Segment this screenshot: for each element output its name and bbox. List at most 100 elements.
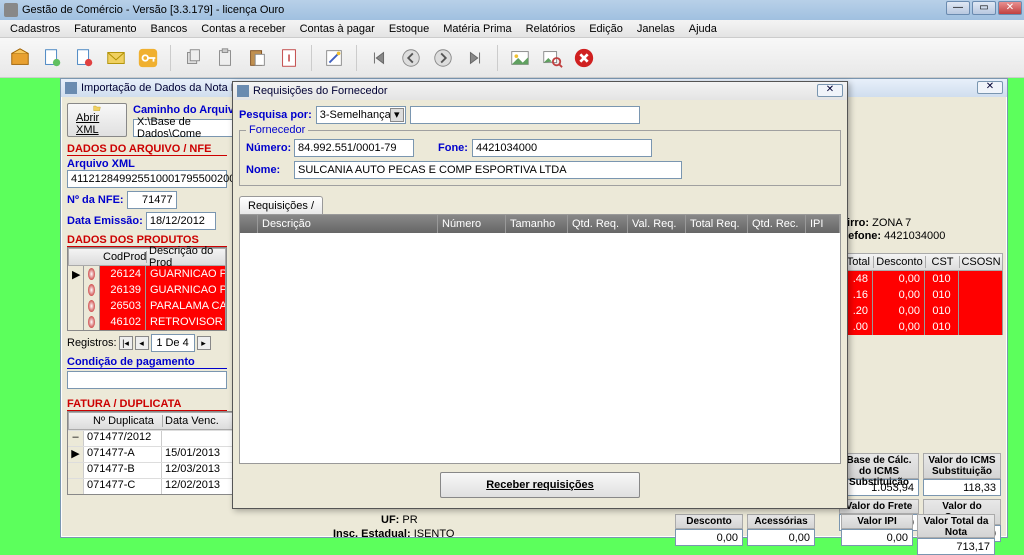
col-qtdreq[interactable]: Qtd. Req. xyxy=(568,215,628,233)
window-title: Gestão de Comércio - Versão [3.3.179] - … xyxy=(22,4,284,16)
menu-janelas[interactable]: Janelas xyxy=(631,23,681,35)
col-codprod[interactable]: CodProd xyxy=(101,251,147,263)
tool-image-icon[interactable] xyxy=(506,44,534,72)
col-qtdrec[interactable]: Qtd. Rec. xyxy=(748,215,806,233)
base-sub-header: Base de Cálc. do ICMS Substituição xyxy=(839,453,919,479)
nav-last-icon[interactable] xyxy=(461,44,489,72)
reg-prev-button[interactable]: ◂ xyxy=(135,336,149,350)
close-button[interactable]: ✕ xyxy=(998,1,1022,15)
toolbar: I xyxy=(0,38,1024,78)
tool-wand-icon[interactable] xyxy=(320,44,348,72)
col-csosn[interactable]: CSOSN xyxy=(960,256,1002,268)
tool-copy-icon[interactable] xyxy=(179,44,207,72)
receber-requisicoes-button[interactable]: Receber requisições xyxy=(440,472,640,498)
nav-first-icon[interactable] xyxy=(365,44,393,72)
dialog-close-button[interactable]: ✕ xyxy=(817,84,843,97)
reg-next-button[interactable]: ▸ xyxy=(197,336,211,350)
registros-value: 1 De 4 xyxy=(151,334,195,352)
fornecedor-group: Fornecedor Número: 84.992.551/0001-79 Fo… xyxy=(239,130,841,186)
maximize-button[interactable]: ▭ xyxy=(972,1,996,15)
tool-clip-icon[interactable] xyxy=(211,44,239,72)
nav-prev-icon[interactable] xyxy=(397,44,425,72)
dup-row[interactable]: 071477-B12/03/2013 xyxy=(68,462,234,478)
col-tamanho[interactable]: Tamanho xyxy=(506,215,568,233)
tool-mail-icon[interactable] xyxy=(102,44,130,72)
tool-doc2-icon[interactable] xyxy=(70,44,98,72)
prod-row[interactable]: 26503PARALAMA CAB xyxy=(68,298,226,314)
pesquisa-input[interactable] xyxy=(410,106,640,124)
col-datavenc[interactable]: Data Venc. xyxy=(163,415,233,427)
right-row[interactable]: .160,00010 xyxy=(833,287,1003,303)
pesquisa-select[interactable]: 3-Semelhança▾ xyxy=(316,106,406,124)
right-row[interactable]: .000,00010 xyxy=(833,319,1003,335)
fone-field[interactable]: 4421034000 xyxy=(472,139,652,157)
chevron-down-icon: ▾ xyxy=(390,108,404,122)
app-icon xyxy=(4,3,18,17)
col-numero[interactable]: Número xyxy=(438,215,506,233)
data-emissao-label: Data Emissão: xyxy=(67,215,143,227)
vipi-value: 0,00 xyxy=(841,529,913,546)
caminho-value: X:\Base de Dados\Come xyxy=(137,116,229,140)
caminho-field[interactable]: X:\Base de Dados\Come xyxy=(133,119,233,137)
menu-contas-receber[interactable]: Contas a receber xyxy=(195,23,291,35)
tool-paste-icon[interactable] xyxy=(243,44,271,72)
nav-next-icon[interactable] xyxy=(429,44,457,72)
menu-relatorios[interactable]: Relatórios xyxy=(520,23,582,35)
tool-search-image-icon[interactable] xyxy=(538,44,566,72)
menu-contas-pagar[interactable]: Contas à pagar xyxy=(294,23,381,35)
cond-pagamento-field[interactable] xyxy=(67,371,227,389)
right-row[interactable]: .480,00010 xyxy=(833,271,1003,287)
acess-header: Acessórias xyxy=(747,514,815,529)
prod-row[interactable]: 46102RETROVISOR P xyxy=(68,314,226,330)
menu-bancos[interactable]: Bancos xyxy=(145,23,194,35)
prod-row[interactable]: 26139GUARNICAO PA xyxy=(68,282,226,298)
mdi-icon xyxy=(65,82,77,94)
req-grid-header: Descrição Número Tamanho Qtd. Req. Val. … xyxy=(240,215,840,233)
nfe-field[interactable]: 71477 xyxy=(127,191,177,209)
dup-row[interactable]: –071477/2012 xyxy=(68,430,234,446)
insc-value: ISENTO xyxy=(414,528,455,540)
dup-row[interactable]: 071477-C12/02/2013 xyxy=(68,478,234,494)
fone-label: Fone: xyxy=(438,142,468,154)
bairro-value: ZONA 7 xyxy=(872,217,911,229)
col-desconto[interactable]: Desconto xyxy=(874,256,926,268)
col-cst[interactable]: CST xyxy=(926,256,960,268)
dup-row[interactable]: ▶071477-A15/01/2013 xyxy=(68,446,234,462)
col-valreq[interactable]: Val. Req. xyxy=(628,215,686,233)
prod-row[interactable]: ▶26124GUARNICAO PA xyxy=(68,266,226,282)
col-totalreq[interactable]: Total Req. xyxy=(686,215,748,233)
data-emissao-field[interactable]: 18/12/2012 xyxy=(146,212,216,230)
abrir-xml-button[interactable]: Abrir XML xyxy=(67,103,127,137)
folder-open-icon xyxy=(89,104,105,112)
uf-label: UF: xyxy=(381,514,399,526)
tool-doc1-icon[interactable] xyxy=(38,44,66,72)
menu-faturamento[interactable]: Faturamento xyxy=(68,23,142,35)
tool-key-icon[interactable] xyxy=(134,44,162,72)
tool-cancel-icon[interactable] xyxy=(570,44,598,72)
menu-materia-prima[interactable]: Matéria Prima xyxy=(437,23,517,35)
tool-box-icon[interactable] xyxy=(6,44,34,72)
dialog-title: Requisições do Fornecedor xyxy=(253,85,388,97)
mdi-close-button[interactable]: ✕ xyxy=(977,81,1003,94)
menu-edicao[interactable]: Edição xyxy=(583,23,629,35)
section-fatura-header: FATURA / DUPLICATA xyxy=(67,398,227,411)
numero-field[interactable]: 84.992.551/0001-79 xyxy=(294,139,414,157)
window-buttons: — ▭ ✕ xyxy=(946,1,1022,15)
menu-ajuda[interactable]: Ajuda xyxy=(683,23,723,35)
vtotal-value: 713,17 xyxy=(917,538,995,555)
tool-info-icon[interactable]: I xyxy=(275,44,303,72)
minimize-button[interactable]: — xyxy=(946,1,970,15)
nome-field[interactable]: SULCANIA AUTO PECAS E COMP ESPORTIVA LTD… xyxy=(294,161,682,179)
reg-first-button[interactable]: |◂ xyxy=(119,336,133,350)
menu-cadastros[interactable]: Cadastros xyxy=(4,23,66,35)
right-row[interactable]: .200,00010 xyxy=(833,303,1003,319)
col-ipi[interactable]: IPI xyxy=(806,215,840,233)
vicms-sub-value: 118,33 xyxy=(923,479,1001,496)
col-descricao[interactable]: Descrição xyxy=(258,215,438,233)
workspace: Importação de Dados da Nota Fiscal ... ✕… xyxy=(0,78,1024,539)
right-grid-header: Total Desconto CST CSOSN xyxy=(833,253,1003,271)
col-nduplicata[interactable]: Nº Duplicata xyxy=(85,415,163,427)
tab-requisicoes[interactable]: Requisições / xyxy=(239,196,323,214)
arquivo-xml-field[interactable]: 41121284992551000179550020000 xyxy=(67,170,227,188)
menu-estoque[interactable]: Estoque xyxy=(383,23,435,35)
